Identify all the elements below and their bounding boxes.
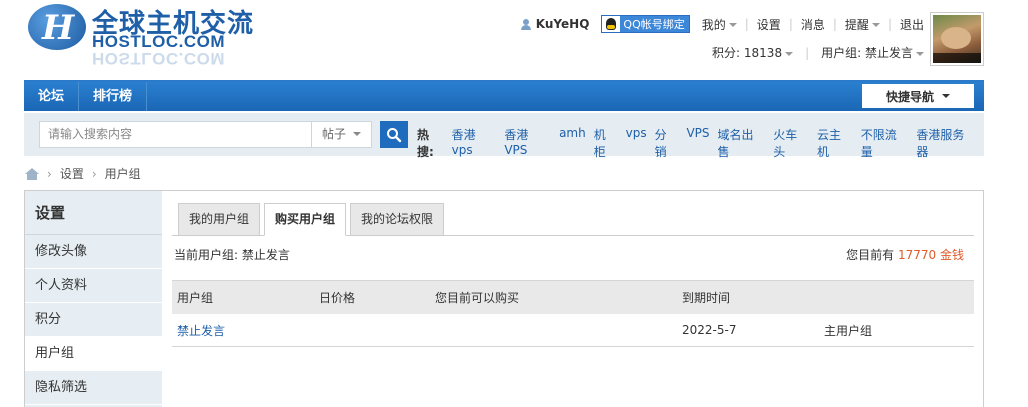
hot-search-item[interactable]: vps (626, 126, 647, 160)
search-input[interactable]: 请输入搜索内容 (39, 121, 332, 148)
user-icon (520, 18, 531, 30)
expiry-date: 2022-5-7 (682, 323, 737, 337)
messages-link[interactable]: 消息 (801, 16, 825, 33)
hot-search-item[interactable]: 分销 (655, 126, 679, 160)
hot-search-item[interactable]: 不限流量 (861, 126, 909, 160)
settings-link[interactable]: 设置 (757, 16, 781, 33)
money-value: 17770 金钱 (898, 248, 964, 262)
avatar[interactable] (930, 12, 984, 66)
hot-search-item[interactable]: 香港VPS (504, 126, 551, 160)
group-type: 主用户组 (824, 323, 873, 338)
table-header: 用户组 日价格 您目前可以购买 到期时间 (172, 280, 974, 314)
column-header-price: 日价格 (319, 291, 356, 305)
reminders-menu-label: 提醒 (844, 17, 869, 32)
column-header-group: 用户组 (177, 291, 214, 305)
breadcrumb-settings[interactable]: 设置 (60, 165, 84, 182)
logo-english-text: HOSTLOC.COM (92, 32, 225, 51)
qq-bind-label: QQ帐号绑定 (623, 18, 685, 31)
search-icon (387, 127, 402, 142)
tab-my-user-group[interactable]: 我的用户组 (178, 203, 261, 236)
hot-search-item[interactable]: 火车头 (773, 126, 809, 160)
chevron-down-icon (942, 94, 950, 98)
nav-item-ranking[interactable]: 排行榜 (79, 82, 148, 111)
search-type-label: 帖子 (322, 127, 347, 141)
chevron-down-icon (916, 51, 924, 56)
nav-item-forum[interactable]: 论坛 (24, 82, 80, 111)
divider: | (887, 17, 892, 31)
user-group-menu[interactable]: 用户组: 禁止发言 (821, 44, 924, 61)
breadcrumb: › 设置 › 用户组 (25, 165, 141, 182)
home-icon[interactable] (25, 167, 39, 180)
user-info-line: 积分: 18138 | 用户组: 禁止发言 (712, 44, 924, 61)
logo-mark-icon: H (28, 4, 86, 50)
chevron-down-icon (785, 51, 794, 56)
divider: | (744, 17, 749, 31)
mine-menu-label: 我的 (701, 17, 726, 32)
main-nav: 论坛 排行榜 快捷导航 (24, 80, 984, 111)
money-balance: 您目前有 17770 金钱 (846, 246, 964, 263)
search-type-select[interactable]: 帖子 (311, 121, 372, 148)
breadcrumb-user-group[interactable]: 用户组 (105, 165, 141, 182)
sidebar-item-profile[interactable]: 个人资料 (25, 269, 162, 303)
sidebar-item-privacy[interactable]: 隐私筛选 (25, 371, 162, 405)
sidebar-title: 设置 (25, 191, 162, 235)
search-bar: 请输入搜索内容 帖子 热搜: 香港vps 香港VPS amh 机柜 vps 分销… (24, 113, 984, 159)
hot-search-item[interactable]: 香港vps (452, 126, 497, 160)
quick-nav-button[interactable]: 快捷导航 (862, 84, 974, 108)
tab-bar: 我的用户组 购买用户组 我的论坛权限 (178, 203, 448, 236)
column-header-expiry: 到期时间 (682, 291, 731, 305)
sidebar-item-credits[interactable]: 积分 (25, 303, 162, 337)
money-prefix: 您目前有 (846, 248, 895, 262)
hot-search-item[interactable]: 云主机 (817, 126, 853, 160)
settings-sidebar: 设置 修改头像 个人资料 积分 用户组 隐私筛选 (25, 191, 162, 407)
qq-bind-button[interactable]: QQ帐号绑定 (601, 15, 690, 33)
username-link[interactable]: KuYeHQ (520, 17, 590, 31)
hot-search-item[interactable]: 机柜 (594, 126, 618, 160)
divider: | (805, 45, 810, 60)
hot-search-item[interactable]: amh (559, 126, 586, 160)
username-text: KuYeHQ (535, 17, 590, 31)
tab-buy-user-group[interactable]: 购买用户组 (264, 203, 347, 236)
user-toolbar: KuYeHQ QQ帐号绑定 我的 | 设置 | 消息 | 提醒 | 退出 (520, 15, 924, 33)
breadcrumb-separator: › (47, 166, 52, 181)
hot-search-item[interactable]: VPS (686, 126, 709, 160)
current-user-group: 当前用户组: 禁止发言 (174, 248, 290, 262)
hot-search: 热搜: 香港vps 香港VPS amh 机柜 vps 分销 VPS 域名出售 火… (417, 126, 984, 160)
avatar-image (933, 15, 981, 63)
user-group-text: 用户组: 禁止发言 (821, 46, 913, 60)
logout-link[interactable]: 退出 (900, 16, 924, 33)
group-name-link[interactable]: 禁止发言 (172, 322, 319, 339)
table-row: 禁止发言 2022-5-7 主用户组 (172, 314, 974, 347)
user-group-table: 用户组 日价格 您目前可以购买 到期时间 禁止发言 2022-5-7 主用户组 (172, 280, 974, 347)
breadcrumb-separator: › (91, 166, 97, 181)
points-text: 积分: 18138 (712, 46, 783, 60)
hot-search-label: 热搜: (417, 128, 434, 159)
sidebar-item-avatar[interactable]: 修改头像 (25, 235, 162, 269)
search-button[interactable] (380, 121, 408, 148)
divider: | (832, 17, 837, 31)
hot-search-item[interactable]: 香港服务器 (916, 126, 976, 160)
hot-search-item[interactable]: 域名出售 (718, 126, 766, 160)
chevron-down-icon (871, 23, 880, 27)
settings-panel: 设置 修改头像 个人资料 积分 用户组 隐私筛选 我的用户组 购买用户组 我的论… (24, 190, 984, 407)
chevron-down-icon (728, 23, 737, 27)
reminders-menu[interactable]: 提醒 (845, 16, 880, 33)
sidebar-item-user-group[interactable]: 用户组 (25, 337, 162, 371)
points-menu[interactable]: 积分: 18138 (712, 44, 794, 61)
site-logo[interactable]: H 全球主机交流 HOSTLOC.COM HOSTLOC.COM (28, 2, 278, 68)
tab-forum-permissions[interactable]: 我的论坛权限 (350, 203, 445, 236)
chevron-down-icon (353, 132, 361, 136)
divider: | (788, 17, 793, 31)
logo-reflection: HOSTLOC.COM (92, 50, 225, 68)
qq-penguin-icon (602, 16, 621, 32)
quick-nav-label: 快捷导航 (885, 89, 934, 104)
column-header-can-buy: 您目前可以购买 (435, 291, 520, 305)
mine-menu[interactable]: 我的 (702, 16, 737, 33)
